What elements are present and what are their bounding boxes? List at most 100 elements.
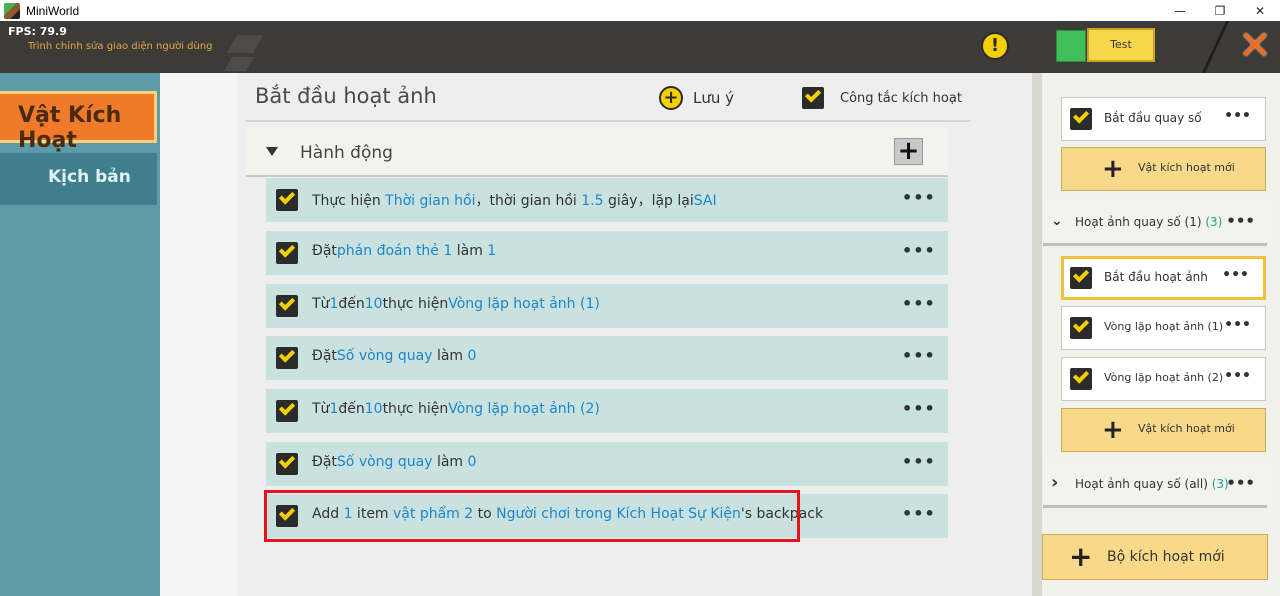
new-trigger-set-label: Bộ kích hoạt mới xyxy=(1107,549,1225,565)
chevron-right-icon[interactable]: › xyxy=(1051,472,1058,493)
decor-stripe xyxy=(223,57,255,71)
action-text: Từ1đến10thực hiệnVòng lặp hoạt ảnh (2) xyxy=(312,401,600,417)
trigger-checkbox[interactable] xyxy=(1070,107,1092,130)
tab-triggers-label: Vật Kích Hoạt xyxy=(18,103,122,153)
action-parameter[interactable]: Vòng lặp hoạt ảnh (2) xyxy=(448,401,600,417)
add-action-button[interactable]: + xyxy=(894,138,923,165)
new-trigger-set-button[interactable]: + Bộ kích hoạt mới xyxy=(1042,534,1268,580)
action-text-segment: đến xyxy=(338,296,365,312)
more-icon[interactable]: ••• xyxy=(902,504,936,523)
action-parameter[interactable]: 10 xyxy=(365,296,383,312)
action-checkbox[interactable] xyxy=(276,294,298,317)
action-row[interactable]: ĐặtSố vòng quay làm 0 ••• xyxy=(266,442,948,486)
more-icon[interactable]: ••• xyxy=(1222,267,1249,283)
highlight-box xyxy=(264,490,800,542)
trigger-switch-label: Công tắc kích hoạt xyxy=(840,91,962,106)
more-icon[interactable]: ••• xyxy=(902,241,936,260)
action-parameter[interactable]: phán đoán thẻ 1 xyxy=(337,243,452,259)
maximize-button[interactable]: ❐ xyxy=(1200,0,1240,21)
trigger-checkbox[interactable] xyxy=(1070,316,1092,339)
action-row[interactable]: Thực hiện Thời gian hồi，thời gian hồi 1.… xyxy=(266,178,948,222)
check-icon xyxy=(804,86,822,103)
action-text-segment: thực hiện xyxy=(382,296,449,312)
action-text-segment: Đặt xyxy=(312,243,337,259)
status-indicator[interactable] xyxy=(1056,30,1086,62)
actions-section-header[interactable]: Hành động + xyxy=(246,127,948,177)
action-parameter[interactable]: SAI xyxy=(694,193,717,209)
check-icon xyxy=(1072,316,1090,333)
action-parameter[interactable]: 0 xyxy=(468,348,477,364)
action-row[interactable]: Từ1đến10thực hiệnVòng lặp hoạt ảnh (1) ••… xyxy=(266,284,948,328)
action-checkbox[interactable] xyxy=(276,188,298,211)
action-text-segment: thực hiện xyxy=(382,401,449,417)
action-checkbox[interactable] xyxy=(276,399,298,422)
trigger-item-label: Vòng lặp hoạt ảnh (1) xyxy=(1104,320,1224,333)
trigger-checkbox[interactable] xyxy=(1070,266,1092,289)
trigger-item-label: Bắt đầu hoạt ảnh xyxy=(1104,270,1208,284)
action-checkbox[interactable] xyxy=(276,346,298,369)
left-sidebar: Vật Kích Hoạt Kịch bản xyxy=(0,73,160,596)
action-text: Đặtphán đoán thẻ 1 làm 1 xyxy=(312,243,496,259)
test-button[interactable]: Test xyxy=(1087,28,1155,62)
action-text-segment: làm xyxy=(432,348,468,364)
more-icon[interactable]: ••• xyxy=(902,346,936,365)
action-row[interactable]: ĐặtSố vòng quay làm 0 ••• xyxy=(266,336,948,380)
trigger-switch-checkbox[interactable] xyxy=(802,86,824,109)
decor-stripe xyxy=(226,35,264,53)
trigger-group-all[interactable]: › Hoạt ảnh quay số (all) (3) ••• xyxy=(1043,462,1267,508)
editor-close-icon[interactable]: ✕ xyxy=(1236,26,1274,66)
action-parameter[interactable]: Số vòng quay xyxy=(337,348,433,364)
note-label[interactable]: Lưu ý xyxy=(693,89,734,107)
action-text-segment: giây，lặp lại xyxy=(603,193,694,209)
trigger-item-start-anim[interactable]: Bắt đầu hoạt ảnh ••• xyxy=(1061,256,1266,300)
action-parameter[interactable]: 0 xyxy=(468,454,477,470)
more-icon[interactable]: ••• xyxy=(902,452,936,471)
tab-scripts-label: Kịch bản xyxy=(48,167,131,187)
new-trigger-button[interactable]: + Vật kích hoạt mới xyxy=(1061,147,1266,191)
action-checkbox[interactable] xyxy=(276,452,298,475)
action-text: ĐặtSố vòng quay làm 0 xyxy=(312,454,476,470)
new-trigger-button-2[interactable]: + Vật kích hoạt mới xyxy=(1061,408,1266,452)
trigger-item-start-spin[interactable]: Bắt đầu quay số ••• xyxy=(1061,97,1266,141)
actions-section-label: Hành động xyxy=(300,143,393,163)
more-icon[interactable]: ••• xyxy=(1224,108,1251,124)
check-icon xyxy=(278,188,296,205)
new-trigger-label: Vật kích hoạt mới xyxy=(1138,422,1235,435)
action-row[interactable]: Từ1đến10thực hiệnVòng lặp hoạt ảnh (2) ••… xyxy=(266,389,948,433)
more-icon[interactable]: ••• xyxy=(1224,368,1251,384)
new-trigger-label: Vật kích hoạt mới xyxy=(1138,161,1235,174)
more-icon[interactable]: ••• xyxy=(902,294,936,313)
trigger-checkbox[interactable] xyxy=(1070,367,1092,390)
action-text-segment: Từ xyxy=(312,401,330,417)
warning-icon[interactable]: ! xyxy=(981,32,1009,60)
app-icon xyxy=(4,2,20,19)
trigger-item-loop2[interactable]: Vòng lặp hoạt ảnh (2) ••• xyxy=(1061,357,1266,401)
trigger-group-1[interactable]: ⌄ Hoạt ảnh quay số (1) (3) ••• xyxy=(1043,200,1267,246)
check-icon xyxy=(1072,266,1090,283)
tab-scripts[interactable]: Kịch bản xyxy=(0,153,157,205)
more-icon[interactable]: ••• xyxy=(902,399,936,418)
collapse-triangle-icon[interactable] xyxy=(266,147,278,156)
action-text-segment: Từ xyxy=(312,296,330,312)
action-parameter[interactable]: 1 xyxy=(487,243,496,259)
chevron-down-icon[interactable]: ⌄ xyxy=(1051,213,1063,229)
trigger-item-loop1[interactable]: Vòng lặp hoạt ảnh (1) ••• xyxy=(1061,306,1266,350)
more-icon[interactable]: ••• xyxy=(1226,212,1255,230)
action-parameter[interactable]: Vòng lặp hoạt ảnh (1) xyxy=(448,296,600,312)
action-checkbox[interactable] xyxy=(276,241,298,264)
action-parameter[interactable]: Số vòng quay xyxy=(337,454,433,470)
more-icon[interactable]: ••• xyxy=(1226,474,1255,492)
trigger-group-label: Hoạt ảnh quay số (1) (3) xyxy=(1075,215,1223,229)
action-parameter[interactable]: 10 xyxy=(365,401,383,417)
action-parameter[interactable]: 1.5 xyxy=(581,193,603,209)
action-text-segment: ，thời gian hồi xyxy=(475,193,582,209)
action-row[interactable]: Đặtphán đoán thẻ 1 làm 1 ••• xyxy=(266,231,948,275)
minimize-button[interactable]: — xyxy=(1160,0,1200,21)
right-sidebar-edge xyxy=(1032,73,1042,596)
more-icon[interactable]: ••• xyxy=(1224,317,1251,333)
window-close-button[interactable]: ✕ xyxy=(1240,0,1280,21)
tab-triggers[interactable]: Vật Kích Hoạt xyxy=(0,91,157,153)
more-icon[interactable]: ••• xyxy=(902,188,936,207)
note-plus-icon[interactable]: + xyxy=(659,86,683,110)
action-parameter[interactable]: Thời gian hồi xyxy=(385,193,475,209)
